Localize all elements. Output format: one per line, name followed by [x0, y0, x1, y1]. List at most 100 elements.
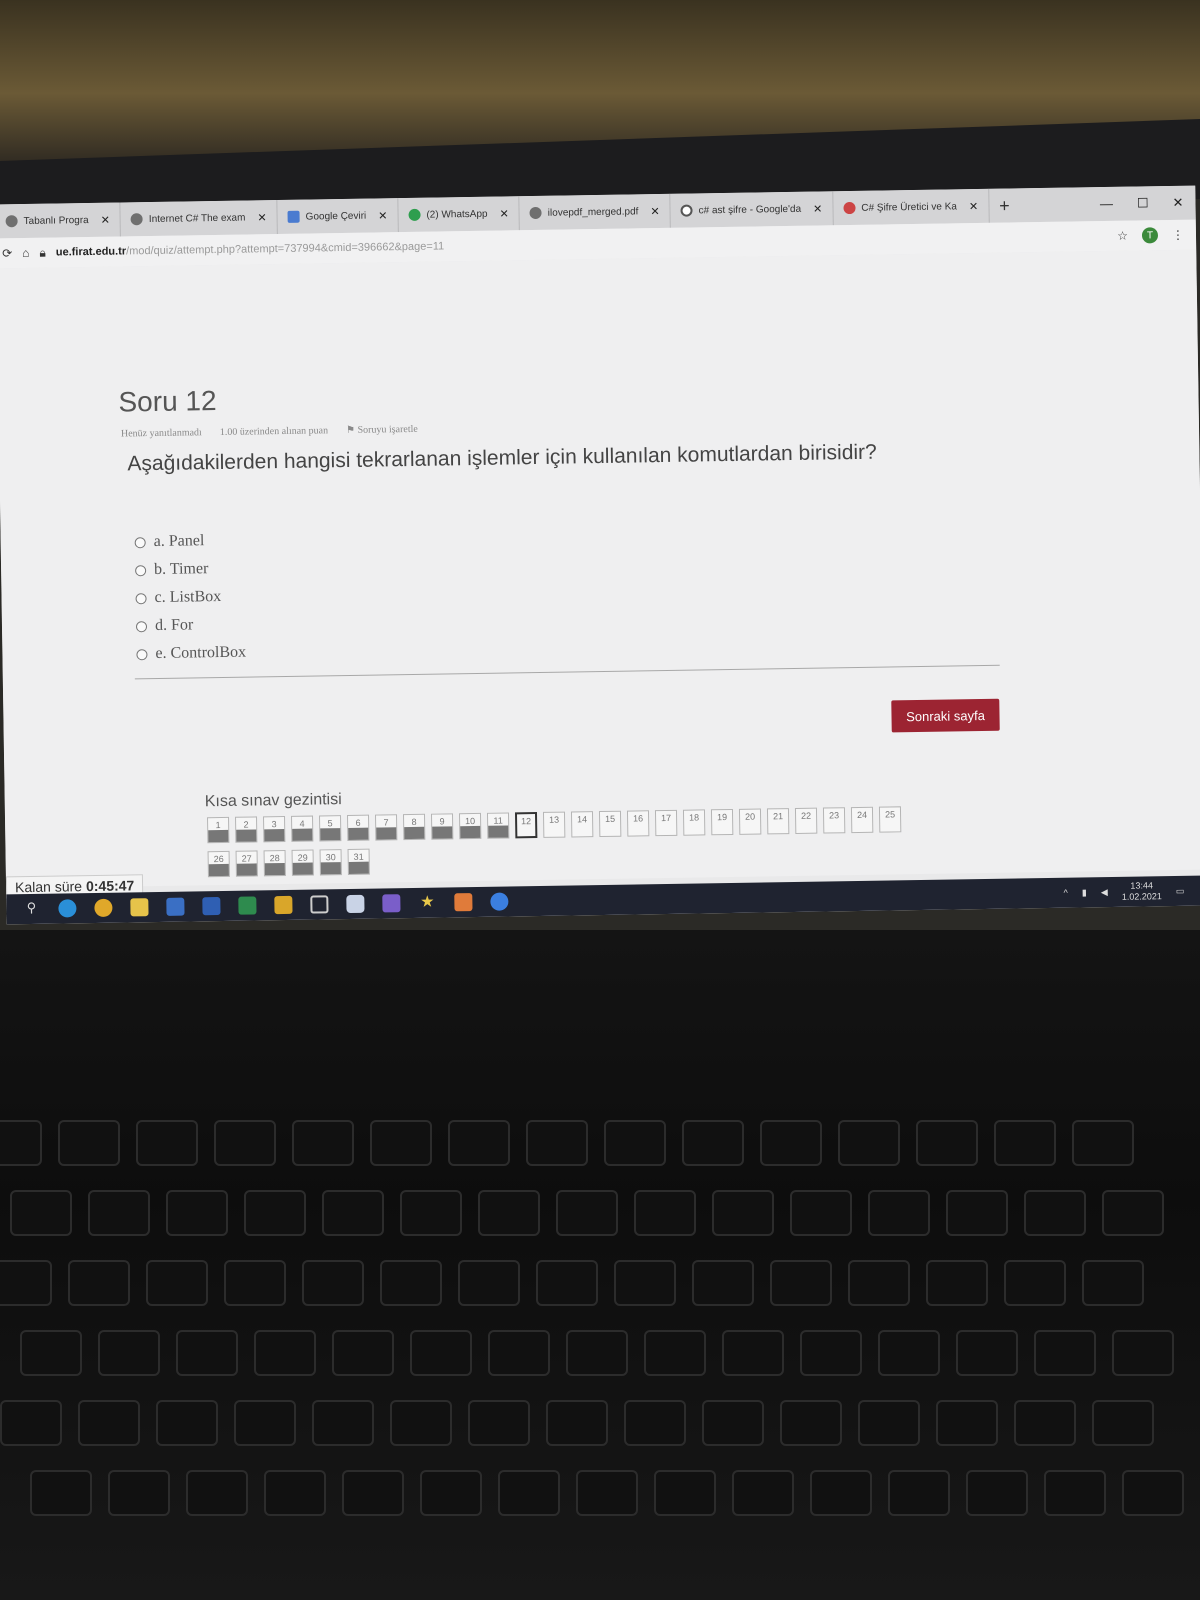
quiz-nav-button[interactable]: 23	[822, 807, 846, 834]
quiz-nav-button[interactable]: 25	[878, 806, 902, 833]
quiz-nav-button[interactable]: 4	[291, 815, 314, 842]
visual-studio-icon[interactable]	[382, 894, 401, 913]
quiz-nav-button[interactable]: 24	[850, 806, 874, 834]
quiz-nav-button[interactable]: 3	[263, 815, 286, 843]
quiz-nav-button[interactable]: 7	[374, 814, 398, 841]
quiz-nav-button[interactable]: 12	[514, 812, 538, 839]
quiz-nav-number: 3	[271, 819, 277, 830]
new-tab-button[interactable]: +	[989, 195, 1020, 216]
keyboard-row	[30, 1470, 1184, 1516]
answer-option[interactable]: d. For	[135, 611, 246, 641]
url-field[interactable]: ue.firat.edu.tr/mod/quiz/attempt.php?att…	[56, 240, 445, 258]
quiz-nav-button[interactable]: 21	[766, 808, 790, 835]
browser-tab[interactable]: Google Çeviri ✕	[277, 198, 399, 235]
quiz-nav-number: 12	[521, 816, 532, 827]
clock[interactable]: 13:44 1.02.2021	[1122, 880, 1162, 903]
extension-icon[interactable]: T	[1141, 227, 1159, 244]
answer-option[interactable]: a. Panel	[134, 527, 244, 557]
quiz-nav-button[interactable]: 15	[598, 810, 622, 838]
edge-icon[interactable]	[58, 899, 77, 918]
minimize-icon[interactable]: —	[1100, 196, 1113, 212]
radio-button[interactable]	[135, 564, 147, 576]
home-icon[interactable]: ⌂	[22, 246, 29, 260]
window-icon[interactable]	[310, 895, 329, 914]
quiz-nav-button[interactable]: 9	[430, 813, 454, 840]
quiz-nav-number: 27	[241, 853, 252, 864]
quiz-nav-button[interactable]: 19	[710, 808, 734, 836]
search-icon[interactable]: ⚲	[22, 900, 40, 918]
quiz-nav-button[interactable]: 5	[318, 815, 342, 842]
quiz-nav-number: 21	[772, 811, 784, 822]
flag-question-link[interactable]: ⚑ Soruyu işaretle	[346, 424, 418, 436]
quiz-nav-button[interactable]: 20	[738, 808, 762, 835]
quiz-nav-button[interactable]: 22	[794, 807, 818, 834]
close-icon[interactable]: ✕	[378, 209, 387, 222]
flag-marker-icon: ▲	[410, 829, 420, 841]
radio-button[interactable]	[135, 620, 148, 632]
quiz-nav-button[interactable]: 2	[235, 816, 258, 843]
star-icon[interactable]: ★	[418, 894, 436, 912]
radio-button[interactable]	[134, 536, 146, 548]
quiz-nav-button[interactable]: 17	[654, 809, 678, 837]
close-window-icon[interactable]: ✕	[1172, 195, 1183, 211]
quiz-nav-button[interactable]: 1	[207, 816, 230, 844]
maximize-icon[interactable]: ☐	[1137, 195, 1149, 211]
browser-tab[interactable]: ilovepdf_merged.pdf ✕	[519, 193, 671, 231]
close-icon[interactable]: ✕	[969, 200, 978, 213]
store-icon[interactable]	[166, 897, 185, 916]
bookmark-star-icon[interactable]: ☆	[1117, 229, 1128, 243]
browser-tab[interactable]: C# Şifre Üretici ve Ka ✕	[833, 188, 990, 226]
quiz-nav-button[interactable]: 31	[347, 848, 370, 876]
powerpoint-icon[interactable]	[274, 895, 293, 915]
word-icon[interactable]	[202, 897, 221, 916]
radio-button[interactable]	[135, 592, 147, 604]
translate-icon	[287, 210, 300, 223]
quiz-nav-number: 25	[884, 809, 896, 820]
quiz-nav-button[interactable]: 18	[682, 809, 706, 836]
quiz-nav-button[interactable]: 27	[235, 850, 258, 877]
quiz-nav-button[interactable]: 14	[570, 811, 594, 838]
whatsapp-icon	[408, 208, 421, 221]
quiz-nav-button[interactable]: 28	[263, 849, 286, 877]
zoom-icon[interactable]	[490, 892, 509, 911]
next-page-button[interactable]: Sonraki sayfa	[891, 698, 1000, 733]
answer-option[interactable]: e. ControlBox	[136, 639, 246, 669]
quiz-nav-button[interactable]: 26	[207, 850, 230, 878]
browser-tab[interactable]: Tabanlı Progra ✕	[0, 202, 122, 239]
answer-option[interactable]: b. Timer	[135, 555, 245, 585]
paint-icon[interactable]	[454, 893, 473, 912]
excel-icon[interactable]	[238, 896, 257, 915]
quiz-nav-button[interactable]: 30	[319, 849, 342, 876]
quiz-nav-number: 28	[269, 853, 280, 864]
quiz-nav-number: 7	[383, 817, 389, 828]
browser-tab[interactable]: (2) WhatsApp ✕	[398, 196, 521, 233]
network-icon[interactable]: ▮	[1082, 887, 1087, 898]
cube-icon[interactable]	[346, 894, 365, 914]
close-icon[interactable]: ✕	[101, 213, 110, 226]
quiz-nav-number: 17	[660, 812, 672, 824]
browser-tab[interactable]: c# ast şifre - Google'da ✕	[670, 191, 834, 228]
file-explorer-icon[interactable]	[130, 898, 149, 917]
notification-icon[interactable]: ▭	[1176, 885, 1185, 896]
close-icon[interactable]: ✕	[257, 211, 266, 224]
chevron-up-icon[interactable]: ^	[1064, 888, 1068, 898]
quiz-nav-button[interactable]: 6	[346, 814, 370, 842]
menu-icon[interactable]: ⋮	[1172, 228, 1184, 242]
quiz-nav-button[interactable]: 29	[291, 849, 314, 876]
radio-button[interactable]	[136, 648, 148, 660]
close-icon[interactable]: ✕	[499, 207, 508, 220]
reload-icon[interactable]: ⟳	[2, 246, 12, 260]
quiz-nav-button[interactable]: 11	[486, 812, 510, 839]
quiz-nav-button[interactable]: 8 ▲	[402, 813, 426, 841]
chrome-icon[interactable]	[94, 898, 113, 917]
close-icon[interactable]: ✕	[650, 205, 659, 218]
answer-option[interactable]: c. ListBox	[135, 583, 245, 613]
clock-date: 1.02.2021	[1121, 891, 1162, 902]
browser-tab[interactable]: Internet C# The exam ✕	[120, 200, 278, 237]
close-icon[interactable]: ✕	[813, 202, 822, 215]
volume-icon[interactable]: ◀	[1101, 887, 1108, 898]
quiz-nav-button[interactable]: 16	[626, 810, 650, 837]
quiz-nav-button[interactable]: 13	[542, 811, 566, 838]
quiz-nav-button[interactable]: 10	[458, 812, 482, 840]
question-status: Henüz yanıtlanmadı	[120, 427, 202, 440]
